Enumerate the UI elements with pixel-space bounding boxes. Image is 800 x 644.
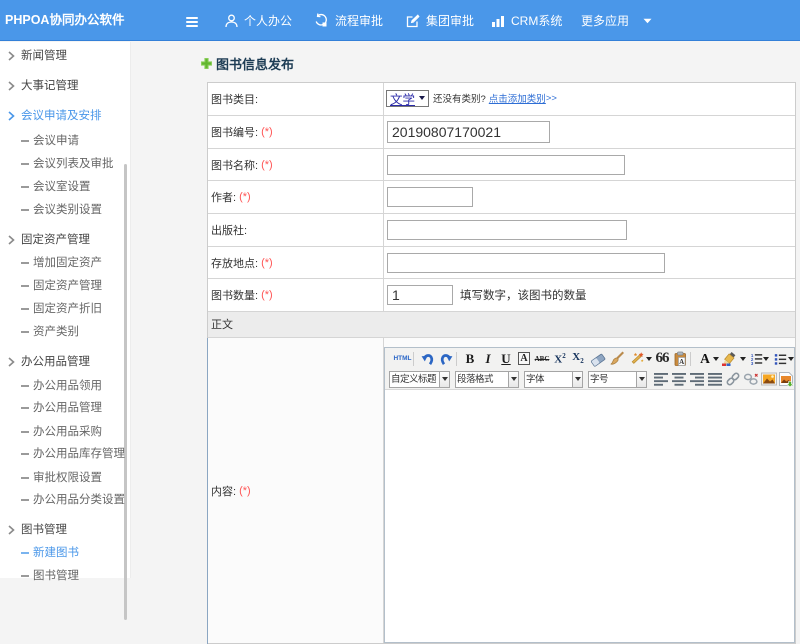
svg-text:3: 3 — [751, 361, 754, 366]
svg-text:A: A — [679, 358, 684, 366]
